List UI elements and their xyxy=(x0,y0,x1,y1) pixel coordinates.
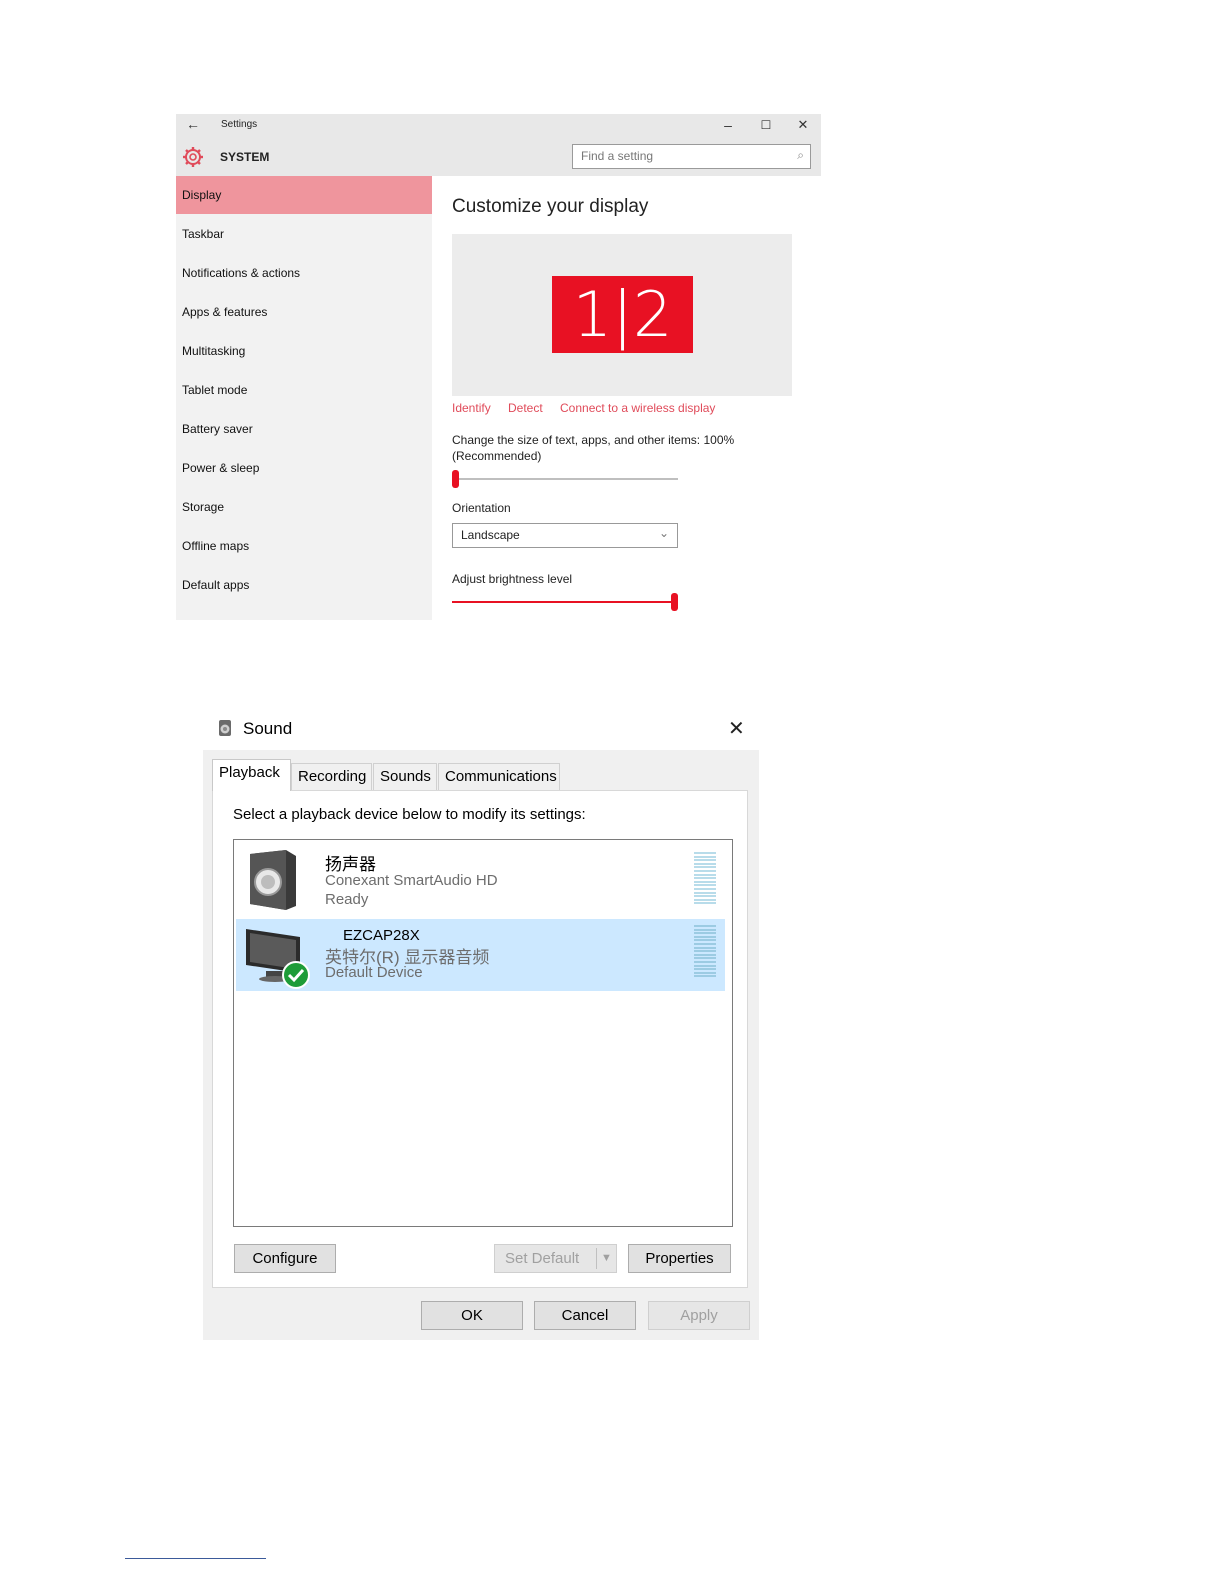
settings-main: Customize your display 1|2 Identify Dete… xyxy=(432,176,821,620)
sound-title: Sound xyxy=(243,719,293,738)
sidebar-item-taskbar[interactable]: Taskbar xyxy=(176,215,432,253)
device-list[interactable]: 扬声器 Conexant SmartAudio HD Ready EZCAP28… xyxy=(233,839,733,1227)
connect-wireless-link[interactable]: Connect to a wireless display xyxy=(560,401,715,415)
cancel-button[interactable]: Cancel xyxy=(534,1301,636,1330)
device-status: Ready xyxy=(325,891,369,908)
scale-slider-track xyxy=(452,478,678,480)
device-status: Default Device xyxy=(325,964,423,981)
brightness-slider-thumb[interactable] xyxy=(671,593,678,611)
volume-meter xyxy=(694,925,716,979)
sidebar-item-power-sleep[interactable]: Power & sleep xyxy=(176,449,432,487)
sidebar-item-display[interactable]: Display xyxy=(176,176,432,214)
device-name: EZCAP28X xyxy=(343,927,420,944)
properties-button[interactable]: Properties xyxy=(628,1244,731,1273)
close-button[interactable]: ✕ xyxy=(728,716,745,741)
brightness-slider-fill xyxy=(452,601,671,603)
orientation-dropdown[interactable]: Landscape ⌄ xyxy=(452,523,678,548)
monitor-tile[interactable]: 1|2 xyxy=(552,276,693,353)
search-placeholder: Find a setting xyxy=(581,149,654,163)
brightness-label: Adjust brightness level xyxy=(452,572,573,586)
detect-link[interactable]: Detect xyxy=(508,401,543,415)
back-arrow-icon[interactable]: ← xyxy=(186,116,200,132)
settings-sidebar: Display Taskbar Notifications & actions … xyxy=(176,176,432,620)
section-title: SYSTEM xyxy=(220,150,270,164)
footnote-separator xyxy=(125,1558,266,1559)
settings-header: ← Settings – ☐ ✕ SYSTEM Find a setting ⌕ xyxy=(176,114,821,176)
speaker-app-icon xyxy=(217,718,235,743)
tab-recording[interactable]: Recording xyxy=(291,763,372,790)
settings-titlebar: ← Settings – ☐ ✕ xyxy=(176,114,821,136)
tab-playback[interactable]: Playback xyxy=(212,759,291,791)
playback-panel: Select a playback device below to modify… xyxy=(212,790,748,1288)
minimize-button[interactable]: – xyxy=(718,116,738,134)
speaker-icon xyxy=(246,848,300,915)
orientation-value: Landscape xyxy=(461,528,520,542)
sound-body: Playback Recording Sounds Communications… xyxy=(203,750,759,1340)
ok-button[interactable]: OK xyxy=(421,1301,523,1330)
sidebar-item-battery-saver[interactable]: Battery saver xyxy=(176,410,432,448)
identify-link[interactable]: Identify xyxy=(452,401,491,415)
tab-communications[interactable]: Communications xyxy=(438,763,560,790)
device-row-ezcap[interactable]: EZCAP28X 英特尔(R) 显示器音频 Default Device xyxy=(236,919,725,991)
close-button[interactable]: ✕ xyxy=(793,116,813,134)
scale-label: Change the size of text, apps, and other… xyxy=(452,433,735,447)
scale-slider-thumb[interactable] xyxy=(452,470,459,488)
sidebar-item-default-apps[interactable]: Default apps xyxy=(176,566,432,604)
dropdown-arrow-icon: ▼ xyxy=(601,1252,612,1264)
sound-titlebar: Sound ✕ xyxy=(203,710,759,750)
chevron-down-icon: ⌄ xyxy=(658,526,669,540)
sidebar-item-apps[interactable]: Apps & features xyxy=(176,293,432,331)
panel-instruction: Select a playback device below to modify… xyxy=(233,806,586,823)
configure-button[interactable]: Configure xyxy=(234,1244,336,1273)
tab-sounds[interactable]: Sounds xyxy=(373,763,437,790)
sidebar-item-multitasking[interactable]: Multitasking xyxy=(176,332,432,370)
display-preview: 1|2 xyxy=(452,234,792,396)
window-title: Settings xyxy=(221,119,258,130)
sidebar-item-tablet-mode[interactable]: Tablet mode xyxy=(176,371,432,409)
scale-label-recommended: (Recommended) xyxy=(452,449,542,463)
gear-icon xyxy=(182,146,204,173)
apply-button: Apply xyxy=(648,1301,750,1330)
set-default-label: Set Default xyxy=(505,1250,580,1267)
monitor-icon xyxy=(244,925,310,996)
orientation-label: Orientation xyxy=(452,501,511,515)
search-icon[interactable]: ⌕ xyxy=(797,148,804,163)
volume-meter xyxy=(694,852,716,906)
device-driver: Conexant SmartAudio HD xyxy=(325,872,498,889)
sidebar-item-offline-maps[interactable]: Offline maps xyxy=(176,527,432,565)
sidebar-item-notifications[interactable]: Notifications & actions xyxy=(176,254,432,292)
set-default-button: Set Default ▼ xyxy=(494,1244,617,1273)
settings-window: ← Settings – ☐ ✕ SYSTEM Find a setting ⌕ xyxy=(176,114,821,620)
maximize-button[interactable]: ☐ xyxy=(756,116,776,134)
page-title: Customize your display xyxy=(452,196,649,217)
sidebar-item-storage[interactable]: Storage xyxy=(176,488,432,526)
sound-dialog: Sound ✕ Playback Recording Sounds Commun… xyxy=(203,710,759,1340)
search-input[interactable]: Find a setting ⌕ xyxy=(572,144,811,169)
device-row-speakers[interactable]: 扬声器 Conexant SmartAudio HD Ready xyxy=(236,846,725,918)
